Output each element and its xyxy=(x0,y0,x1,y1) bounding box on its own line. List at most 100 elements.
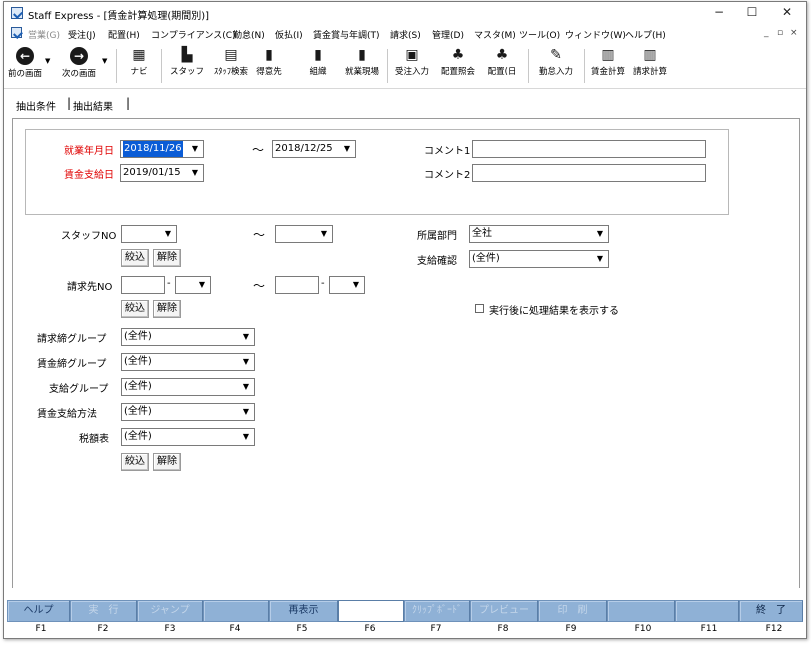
staff-icon: ▙ xyxy=(181,47,193,63)
f7-clipboard-button[interactable]: ｸﾘｯﾌﾟﾎﾞｰﾄﾞ xyxy=(404,600,470,622)
pay-group-combo[interactable]: (全件) ▼ xyxy=(121,378,255,396)
pay-confirm-combo[interactable]: (全件) ▼ xyxy=(469,250,609,268)
menu-sales[interactable]: 営業(G) xyxy=(28,28,60,41)
assign-ref-button[interactable]: ♣ 配置照会 xyxy=(436,45,480,85)
dropdown-arrow-icon[interactable]: ▼ xyxy=(239,430,253,444)
comment2-input[interactable] xyxy=(472,164,706,182)
client-button[interactable]: ▮ 得意先 xyxy=(254,45,284,85)
f6-button[interactable] xyxy=(338,600,404,622)
wage-close-group-combo[interactable]: (全件) ▼ xyxy=(121,353,255,371)
work-to-combo[interactable]: 2018/12/25 ▼ xyxy=(272,140,356,158)
next-dropdown-icon[interactable]: ▼ xyxy=(102,57,107,65)
comment2-label: コメント2 xyxy=(424,170,471,181)
dropdown-arrow-icon[interactable]: ▼ xyxy=(239,405,253,419)
mdi-minimize-button[interactable]: _ xyxy=(764,28,769,38)
prev-screen-button[interactable]: ← 前の画面 xyxy=(6,45,44,85)
attendance-button[interactable]: ✎ 勤怠入力 xyxy=(532,45,580,85)
staff-no-label: スタッフNO xyxy=(61,231,117,242)
client-icon: ▮ xyxy=(265,47,273,63)
menu-tools[interactable]: ツール(O) xyxy=(519,28,560,41)
dropdown-arrow-icon[interactable]: ▼ xyxy=(239,330,253,344)
f4-button[interactable] xyxy=(203,600,269,622)
menu-wage[interactable]: 賃金賞与年調(T) xyxy=(313,28,380,41)
dropdown-arrow-icon[interactable]: ▼ xyxy=(239,380,253,394)
f2-execute-button[interactable]: 実 行 xyxy=(70,600,137,622)
f8-preview-button[interactable]: プレビュー xyxy=(470,600,538,622)
group-clear-button[interactable]: 解除 xyxy=(153,453,181,471)
staff-no-from-combo[interactable]: ▼ xyxy=(121,225,177,243)
menu-help[interactable]: ヘルプ(H) xyxy=(625,28,666,41)
show-result-checkbox[interactable] xyxy=(475,304,484,313)
worksite-button[interactable]: ▮ 就業現場 xyxy=(340,45,384,85)
f11-button[interactable] xyxy=(675,600,739,622)
staff-no-to-combo[interactable]: ▼ xyxy=(275,225,333,243)
navi-icon: ▦ xyxy=(132,47,146,63)
org-button[interactable]: ▮ 組織 xyxy=(304,45,332,85)
menu-order[interactable]: 受注(J) xyxy=(68,28,96,41)
dropdown-arrow-icon[interactable]: ▼ xyxy=(349,278,363,292)
dropdown-arrow-icon[interactable]: ▼ xyxy=(593,252,607,266)
tab-results[interactable]: 抽出結果 xyxy=(73,98,113,113)
dropdown-arrow-icon[interactable]: ▼ xyxy=(239,355,253,369)
navi-button[interactable]: ▦ ナビ xyxy=(122,45,156,85)
next-screen-button[interactable]: → 次の画面 xyxy=(56,45,102,85)
staff-search-icon: ▤ xyxy=(224,47,238,63)
menu-compliance[interactable]: コンプライアンス(C) xyxy=(151,28,236,41)
forward-arrow-icon: → xyxy=(70,47,88,65)
menu-admin[interactable]: 管理(D) xyxy=(432,28,464,41)
dropdown-arrow-icon[interactable]: ▼ xyxy=(340,142,354,156)
pay-date-combo[interactable]: 2019/01/15 ▼ xyxy=(120,164,204,182)
staff-clear-button[interactable]: 解除 xyxy=(153,249,181,267)
menu-billing[interactable]: 請求(S) xyxy=(390,28,421,41)
menu-window[interactable]: ウィンドウ(W) xyxy=(565,28,626,41)
billing-close-group-combo[interactable]: (全件) ▼ xyxy=(121,328,255,346)
staff-button[interactable]: ▙ スタッフ xyxy=(166,45,208,85)
show-result-label: 実行後に処理結果を表示する xyxy=(489,306,619,317)
wage-calc-button[interactable]: ▥ 賃金計算 xyxy=(587,45,629,85)
dropdown-arrow-icon[interactable]: ▼ xyxy=(188,142,202,156)
menu-attendance[interactable]: 勤怠(N) xyxy=(233,28,265,41)
tab-conditions[interactable]: 抽出条件 xyxy=(16,98,56,113)
billing-no-to-sub-combo[interactable]: ▼ xyxy=(329,276,365,294)
order-entry-button[interactable]: ▣ 受注入力 xyxy=(390,45,434,85)
menu-master[interactable]: マスタ(M) xyxy=(474,28,516,41)
f3-jump-button[interactable]: ジャンプ xyxy=(137,600,203,622)
work-from-combo[interactable]: 2018/11/26 ▼ xyxy=(120,140,204,158)
bill-calc-icon: ▥ xyxy=(643,47,657,63)
staff-search-button[interactable]: ▤ ｽﾀｯﾌ検索 xyxy=(209,45,253,85)
f5-refresh-button[interactable]: 再表示 xyxy=(269,600,338,622)
dept-combo[interactable]: 全社 ▼ xyxy=(469,225,609,243)
assign-day-button[interactable]: ♣ 配置(日 xyxy=(481,45,523,85)
billing-no-from-input[interactable] xyxy=(121,276,165,294)
prev-dropdown-icon[interactable]: ▼ xyxy=(45,57,50,65)
dropdown-arrow-icon[interactable]: ▼ xyxy=(317,227,331,241)
dropdown-arrow-icon[interactable]: ▼ xyxy=(195,278,209,292)
f10-button[interactable] xyxy=(607,600,675,622)
bill-calc-button[interactable]: ▥ 請求計算 xyxy=(629,45,671,85)
dropdown-arrow-icon[interactable]: ▼ xyxy=(161,227,175,241)
billing-narrow-button[interactable]: 絞込 xyxy=(121,300,149,318)
staff-narrow-button[interactable]: 絞込 xyxy=(121,249,149,267)
f9-print-button[interactable]: 印 刷 xyxy=(538,600,607,622)
mdi-doc-icon[interactable] xyxy=(11,27,22,38)
group-narrow-button[interactable]: 絞込 xyxy=(121,453,149,471)
wage-pay-method-combo[interactable]: (全件) ▼ xyxy=(121,403,255,421)
f12-exit-button[interactable]: 終 了 xyxy=(739,600,803,622)
mdi-restore-button[interactable]: ▫ xyxy=(777,28,783,38)
comment1-input[interactable] xyxy=(472,140,706,158)
close-button[interactable]: ✕ xyxy=(772,4,802,22)
menu-assign[interactable]: 配置(H) xyxy=(108,28,140,41)
f1-help-button[interactable]: ヘルプ xyxy=(7,600,70,622)
attendance-icon: ✎ xyxy=(550,47,562,63)
dropdown-arrow-icon[interactable]: ▼ xyxy=(188,166,202,180)
menu-advance[interactable]: 仮払(I) xyxy=(275,28,303,41)
dropdown-arrow-icon[interactable]: ▼ xyxy=(593,227,607,241)
mdi-close-button[interactable]: × xyxy=(790,28,798,38)
minimize-button[interactable]: − xyxy=(704,4,734,22)
maximize-button[interactable]: ☐ xyxy=(737,4,767,22)
billing-no-from-sub-combo[interactable]: ▼ xyxy=(175,276,211,294)
tax-table-combo[interactable]: (全件) ▼ xyxy=(121,428,255,446)
billing-no-to-input[interactable] xyxy=(275,276,319,294)
billing-clear-button[interactable]: 解除 xyxy=(153,300,181,318)
org-icon: ▮ xyxy=(314,47,322,63)
